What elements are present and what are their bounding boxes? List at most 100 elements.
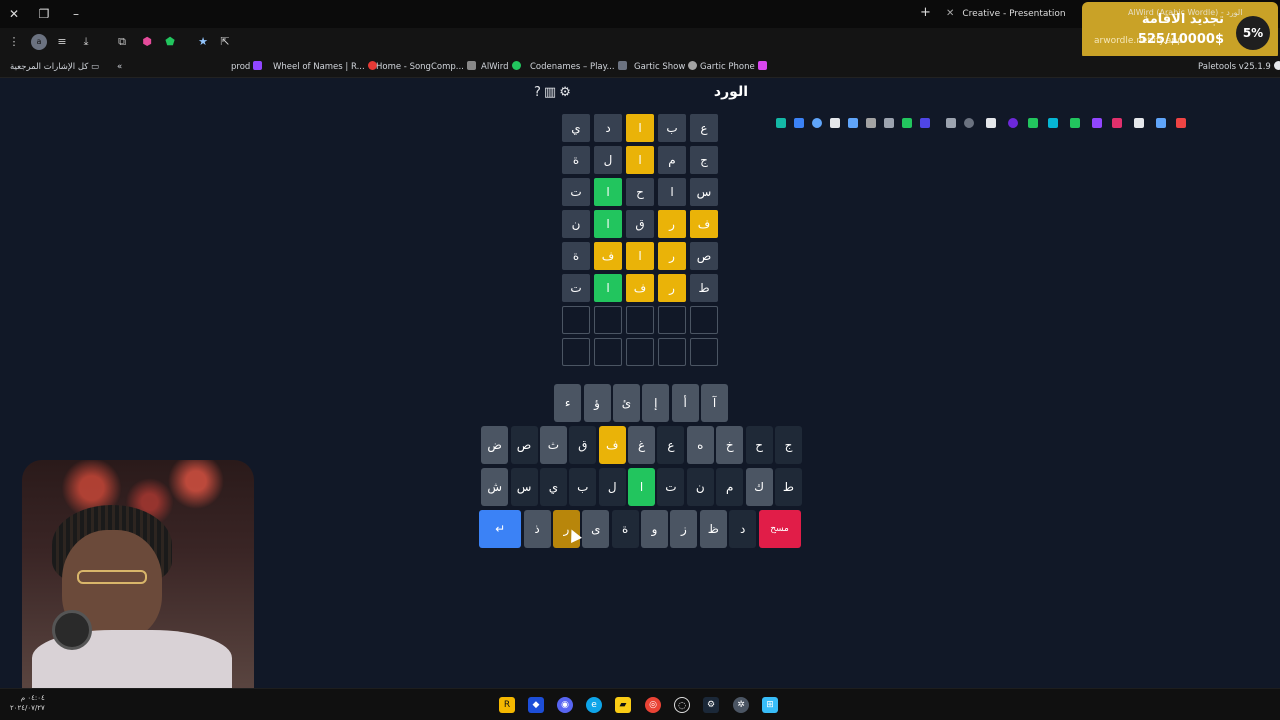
grid-row <box>560 304 720 336</box>
keyboard-key[interactable]: ء <box>554 384 582 422</box>
keyboard-key[interactable]: غ <box>628 426 656 464</box>
bookmark-icon-11[interactable] <box>964 118 974 128</box>
bookmark-songcomp[interactable]: Home - SongComp... <box>376 60 476 74</box>
keyboard-key[interactable]: إ <box>642 384 670 422</box>
bookmark-paletools[interactable]: Paletools v25.1.9 <box>1198 60 1280 74</box>
bookmark-icon-10[interactable] <box>946 118 956 128</box>
system-clock[interactable]: ٠٤:٠٤ م ٢٠٢٤/٠٧/٢٧ <box>10 693 45 713</box>
keyboard-key[interactable]: د <box>729 510 757 548</box>
obs-icon[interactable]: ◌ <box>674 697 690 713</box>
keyboard-key[interactable]: ج <box>774 426 802 464</box>
keyboard-key[interactable]: ت <box>657 468 685 506</box>
bookmark-gartic-phone[interactable]: Gartic Phone <box>700 60 767 74</box>
keyboard-key[interactable]: ؤ <box>583 384 611 422</box>
keyboard-key[interactable]: ذ <box>523 510 551 548</box>
enter-key[interactable]: ↵ <box>479 510 522 548</box>
keyboard-key[interactable]: ن <box>686 468 714 506</box>
letter-tile <box>626 306 654 334</box>
bookmark-codenames[interactable]: Codenames – Play... <box>530 60 627 74</box>
keyboard-key[interactable]: ه <box>686 426 714 464</box>
battle-net-icon[interactable]: ◆ <box>528 697 544 713</box>
profile-avatar[interactable]: a <box>31 34 47 50</box>
instagram-icon[interactable] <box>1112 118 1122 128</box>
chrome-icon[interactable]: ◎ <box>645 697 661 713</box>
keyboard-key[interactable]: م <box>716 468 744 506</box>
bookmark-alwird[interactable]: AlWird <box>481 60 521 74</box>
settings-icon[interactable]: ⚙ <box>559 85 574 100</box>
bookmark-wheel-of-names[interactable]: Wheel of Names | R... <box>273 60 377 74</box>
keyboard-key[interactable]: ح <box>745 426 773 464</box>
bookmark-folder-all[interactable]: كل الإشارات المرجعية ▭ <box>10 60 99 74</box>
keyboard-key[interactable]: ض <box>481 426 509 464</box>
help-icon[interactable]: ? <box>534 85 544 100</box>
bookmark-icon-3[interactable] <box>812 118 822 128</box>
keyboard-key[interactable]: ب <box>569 468 597 506</box>
keyboard-key[interactable]: أ <box>671 384 699 422</box>
extensions-icon[interactable]: ⧉ <box>114 34 130 50</box>
codenames-icon <box>617 61 627 70</box>
bookmark-icon-1[interactable] <box>776 118 786 128</box>
bookmark-gartic-show[interactable]: Gartic Show <box>634 60 698 74</box>
bookmark-icon-15[interactable] <box>1048 118 1058 128</box>
close-tab-icon[interactable]: ✕ <box>946 8 954 19</box>
bookmark-icon-6[interactable] <box>866 118 876 128</box>
keyboard-key[interactable]: ل <box>598 468 626 506</box>
keyboard-key[interactable]: ئ <box>612 384 640 422</box>
keyboard-key[interactable]: ة <box>611 510 639 548</box>
bookmark-icon-8[interactable] <box>902 118 912 128</box>
settings-app-icon[interactable]: ✲ <box>733 697 749 713</box>
tab-creative-presentation[interactable]: ✕ Creative - Presentation <box>946 4 1066 24</box>
menu-dots-icon[interactable]: ⋮ <box>6 34 22 50</box>
restore-window-icon[interactable]: ❐ <box>36 6 52 22</box>
bookmark-icon-12[interactable] <box>986 118 996 128</box>
reading-list-icon[interactable]: ≡ <box>54 34 70 50</box>
delete-key[interactable]: مسح <box>758 510 801 548</box>
extension-shield-icon[interactable]: ⬟ <box>162 34 178 50</box>
steam-icon[interactable]: ⚙ <box>703 697 719 713</box>
keyboard-key[interactable]: ث <box>539 426 567 464</box>
keyboard-key[interactable]: ص <box>510 426 538 464</box>
keyboard-key[interactable]: ز <box>670 510 698 548</box>
new-tab-button[interactable]: + <box>920 5 931 20</box>
keyboard-key[interactable]: ي <box>539 468 567 506</box>
bookmarks-overflow-icon[interactable]: « <box>117 60 122 74</box>
extension-pink-icon[interactable]: ⬢ <box>139 34 155 50</box>
keyboard-key[interactable]: آ <box>701 384 729 422</box>
keyboard-key[interactable]: ع <box>657 426 685 464</box>
twitch-icon-2[interactable] <box>1092 118 1102 128</box>
bookmark-prod[interactable]: prod <box>231 60 263 74</box>
rockstar-launcher-icon[interactable]: R <box>499 697 515 713</box>
keyboard-key[interactable]: ى <box>582 510 610 548</box>
stats-icon[interactable]: ▥ <box>544 85 559 100</box>
minimize-window-icon[interactable]: – <box>68 6 84 22</box>
download-icon[interactable]: ⤓ <box>78 34 94 50</box>
kick-icon[interactable] <box>1070 118 1080 128</box>
discord-icon[interactable]: ◉ <box>557 697 573 713</box>
keyboard-key[interactable]: س <box>510 468 538 506</box>
bookmark-icon-5[interactable] <box>848 118 858 128</box>
edge-icon[interactable]: e <box>586 697 602 713</box>
bookmark-icon-9[interactable] <box>920 118 930 128</box>
bookmark-icon-2[interactable] <box>794 118 804 128</box>
keyboard-key[interactable]: و <box>641 510 669 548</box>
close-window-icon[interactable]: ✕ <box>6 6 22 22</box>
x-icon[interactable] <box>1134 118 1144 128</box>
keyboard-key[interactable]: ك <box>745 468 773 506</box>
keyboard-key[interactable]: ش <box>481 468 509 506</box>
keyboard-key[interactable]: ف <box>598 426 626 464</box>
translate-icon[interactable] <box>1156 118 1166 128</box>
bookmark-icon-13[interactable] <box>1008 118 1018 128</box>
keyboard-key[interactable]: ق <box>569 426 597 464</box>
file-explorer-icon[interactable]: ▰ <box>615 697 631 713</box>
bookmark-star-icon[interactable]: ★ <box>195 34 211 50</box>
share-icon[interactable]: ⇱ <box>217 34 233 50</box>
bookmark-icon-7[interactable] <box>884 118 894 128</box>
youtube-icon[interactable] <box>1176 118 1186 128</box>
bookmark-icon-4[interactable] <box>830 118 840 128</box>
windows-start-icon[interactable]: ⊞ <box>762 697 778 713</box>
keyboard-key[interactable]: ا <box>628 468 656 506</box>
bookmark-icon-14[interactable] <box>1028 118 1038 128</box>
keyboard-key[interactable]: ط <box>774 468 802 506</box>
keyboard-key[interactable]: خ <box>716 426 744 464</box>
keyboard-key[interactable]: ظ <box>699 510 727 548</box>
